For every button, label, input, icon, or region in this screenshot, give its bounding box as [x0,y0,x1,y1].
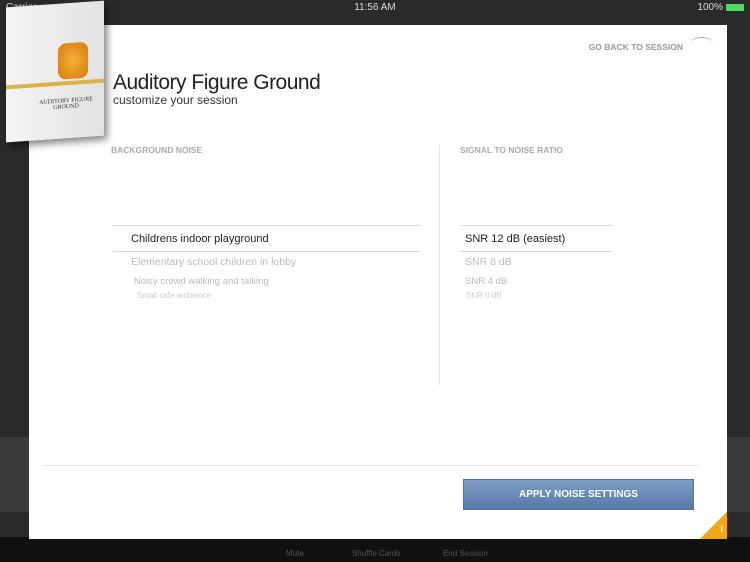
battery-percent: 100% [697,2,723,13]
bottom-toolbar: Mute Shuffle Cards End Session [0,537,750,562]
honey-jar-icon [58,41,88,80]
page-subtitle: customize your session [113,93,238,107]
background-noise-picker[interactable]: Childrens indoor playground Elementary s… [113,225,421,305]
picker-option[interactable]: Elementary school children in lobby [131,256,296,268]
picker-option[interactable]: Small cafe ambience [137,291,211,298]
apply-noise-settings-button[interactable]: APPLY NOISE SETTINGS [463,479,694,510]
picker-option[interactable]: SNR 0 dB [466,291,502,298]
picker-option-selected[interactable]: SNR 12 dB (easiest) [465,233,565,245]
info-icon[interactable]: i [700,512,727,539]
battery: 100% [697,2,744,13]
picker-option[interactable]: SNR 4 dB [465,276,507,287]
mute-button[interactable]: Mute [286,549,304,558]
picker-option[interactable]: Noisy crowd walking and talking [134,276,269,287]
battery-icon [726,4,744,11]
picker-option[interactable]: SNR 8 dB [465,256,512,268]
column-divider [439,145,440,385]
shuffle-cards-button[interactable]: Shuffle Cards [352,549,400,558]
picker-option-selected[interactable]: Childrens indoor playground [131,233,269,245]
product-box-image: AUDITORY FIGURE GROUND [6,0,104,143]
status-bar: Carrier 11:56 AM 100% [0,0,750,16]
clock: 11:56 AM [354,2,396,13]
box-label: AUDITORY FIGURE GROUND [39,96,93,112]
end-session-button[interactable]: End Session [443,549,488,558]
snr-heading: SIGNAL TO NOISE RATIO [460,145,563,155]
snr-picker[interactable]: SNR 12 dB (easiest) SNR 8 dB SNR 4 dB SN… [461,225,613,305]
go-back-button[interactable]: GO BACK TO SESSION [589,42,683,52]
page-title: Auditory Figure Ground [113,71,321,94]
background-noise-heading: BACKGROUND NOISE [111,145,203,155]
footer-divider [43,465,699,466]
noise-settings-modal: Auditory Figure Ground customize your se… [29,25,727,539]
back-arc-icon[interactable] [691,37,713,49]
